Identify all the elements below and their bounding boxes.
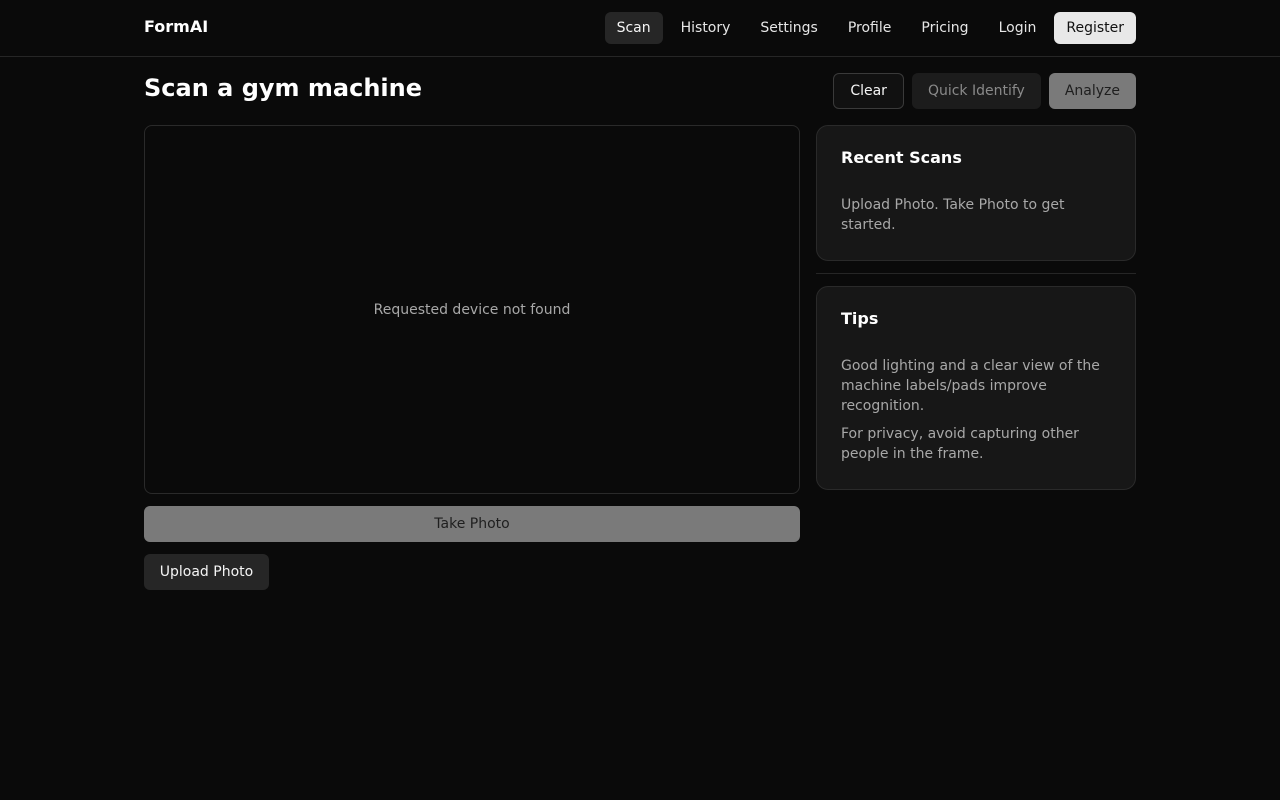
sidebar-divider bbox=[816, 273, 1136, 274]
brand-logo[interactable]: FormAI bbox=[144, 17, 208, 36]
tip-item: For privacy, avoid capturing other peopl… bbox=[841, 426, 1079, 462]
page-title: Scan a gym machine bbox=[144, 74, 422, 102]
nav-item-history[interactable]: History bbox=[669, 12, 743, 44]
take-photo-button[interactable]: Take Photo bbox=[144, 506, 800, 542]
camera-preview: Requested device not found bbox=[144, 125, 800, 494]
tips-title: Tips bbox=[841, 309, 879, 328]
clear-button[interactable]: Clear bbox=[833, 73, 904, 109]
analyze-button[interactable]: Analyze bbox=[1048, 73, 1136, 109]
nav-item-login[interactable]: Login bbox=[987, 12, 1049, 44]
upload-photo-button[interactable]: Upload Photo bbox=[144, 554, 269, 590]
nav-item-profile[interactable]: Profile bbox=[836, 12, 904, 44]
nav-item-pricing[interactable]: Pricing bbox=[909, 12, 980, 44]
camera-error-message: Requested device not found bbox=[373, 301, 571, 318]
recent-scans-empty-text: Upload Photo. Take Photo to get started. bbox=[841, 197, 1065, 233]
recent-scans-title: Recent Scans bbox=[841, 148, 962, 167]
tips-card: Tips Good lighting and a clear view of t… bbox=[816, 286, 1136, 490]
register-button[interactable]: Register bbox=[1054, 12, 1136, 44]
scan-actions: Clear Quick Identify Analyze bbox=[833, 73, 1136, 109]
nav-item-settings[interactable]: Settings bbox=[748, 12, 829, 44]
recent-scans-card: Recent Scans Upload Photo. Take Photo to… bbox=[816, 125, 1136, 261]
tip-item: Good lighting and a clear view of the ma… bbox=[841, 358, 1100, 414]
nav-item-scan[interactable]: Scan bbox=[604, 12, 663, 44]
main-nav: Scan History Settings Profile Pricing Lo… bbox=[604, 12, 1136, 44]
top-navbar: FormAI Scan History Settings Profile Pri… bbox=[0, 0, 1280, 57]
quick-identify-button[interactable]: Quick Identify bbox=[911, 73, 1041, 109]
